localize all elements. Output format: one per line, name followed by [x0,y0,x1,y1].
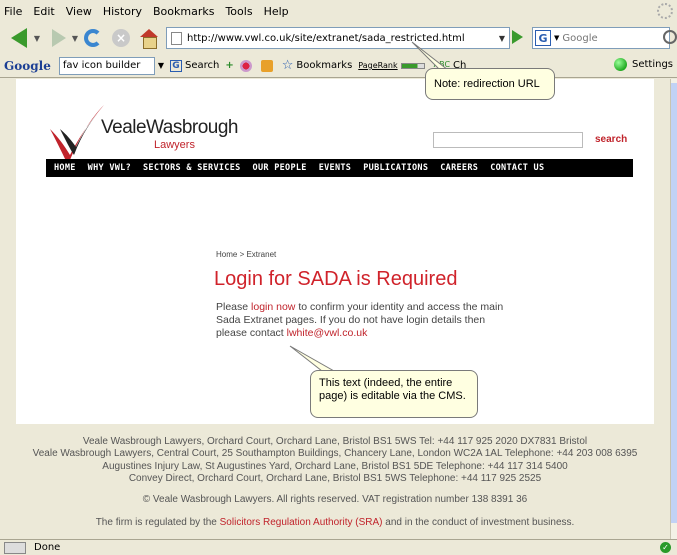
forward-history-dropdown[interactable]: ▼ [70,26,80,50]
settings-status-icon [613,58,627,71]
logo-name: VealeWasbrough [101,117,239,138]
site-search-field[interactable] [433,132,583,148]
engine-dropdown-icon[interactable]: ▼ [554,34,559,42]
reload-icon [84,29,102,47]
star-icon: ☆ [281,57,294,73]
forward-arrow-icon [52,29,66,47]
nav-publications[interactable]: PUBLICATIONS [363,163,428,173]
contact-email-link[interactable]: lwhite@vwl.co.uk [287,327,368,339]
site-search-button[interactable]: search [595,134,627,145]
menu-bookmarks[interactable]: Bookmarks [153,5,214,18]
callout-redirect-note: Note: redirection URL [425,68,555,100]
status-text: Done [34,542,61,553]
url-history-dropdown-icon[interactable]: ▼ [499,34,505,43]
google-engine-icon[interactable]: G [535,30,551,46]
google-query-field[interactable] [58,56,155,75]
menu-edit[interactable]: Edit [33,5,54,18]
nav-why-vwl[interactable]: WHY VWL? [88,163,131,173]
menu-help[interactable]: Help [264,5,289,18]
scrollbar-thumb[interactable] [671,83,677,523]
footer-address-line: Augustines Injury Law, St Augustines Yar… [102,460,568,472]
footer-regulation: The firm is regulated by the Solicitors … [0,517,670,529]
status-bar: Done ✓ [0,539,677,555]
footer-address-line: Veale Wasbrough Lawyers, Orchard Court, … [82,436,588,447]
search-icon[interactable] [663,30,677,44]
globe-icon [239,59,252,72]
forward-button[interactable] [48,26,70,50]
breadcrumb[interactable]: Home > Extranet [216,250,276,259]
navigation-toolbar: ▼ ▼ × ▼ G ▼ [0,22,677,54]
nav-sectors-services[interactable]: SECTORS & SERVICES [143,163,241,173]
menu-view[interactable]: View [66,5,92,18]
menu-bar: File Edit View History Bookmarks Tools H… [0,0,677,22]
puzzle-icon [260,59,273,72]
nav-careers[interactable]: CAREERS [440,163,478,173]
throbber-icon [657,3,673,19]
popup-blocker-button[interactable] [239,59,255,72]
settings-label: Settings [631,59,673,70]
reload-button[interactable] [82,26,104,50]
google-query-input[interactable] [62,60,154,71]
callout-editable-note: This text (indeed, the entire page) is e… [310,370,478,418]
address-bar[interactable]: ▼ [166,27,510,49]
nav-contact-us[interactable]: CONTACT US [490,163,544,173]
home-button[interactable] [138,26,160,50]
menu-history[interactable]: History [103,5,142,18]
bookmarks-label: Bookmarks [296,60,353,71]
google-search-button[interactable]: G Search [170,59,220,72]
page-title: Login for SADA is Required [214,268,458,290]
login-message: Please login now to confirm your identit… [216,301,506,340]
site-footer: Veale Wasbrough Lawyers, Orchard Court, … [0,436,670,530]
back-history-dropdown[interactable]: ▼ [32,26,42,50]
plus-button[interactable]: + [225,60,233,71]
footer-address-line: Veale Wasbrough Lawyers, Central Court, … [32,448,638,460]
login-message-text-1: Please [216,301,252,313]
stop-button[interactable]: × [110,26,132,50]
footer-regulation-text-1: The firm is regulated by the [95,517,220,529]
nav-our-people[interactable]: OUR PEOPLE [253,163,307,173]
status-connection-icon [4,541,26,554]
stop-icon: × [112,29,130,47]
logo-subtitle: Lawyers [154,139,195,151]
google-search-icon: G [170,59,182,72]
go-button[interactable] [512,30,523,44]
query-dropdown-icon[interactable]: ▼ [158,61,164,70]
footer-address-line: Convey Direct, Orchard Court, Orchard La… [128,472,542,484]
bookmarks-button[interactable]: ☆ Bookmarks [281,57,353,73]
login-now-link[interactable]: login now [251,301,295,313]
nav-home[interactable]: HOME [54,163,76,173]
settings-button[interactable]: Settings [613,58,673,71]
search-box[interactable]: G ▼ [532,27,677,49]
footer-regulation-text-2: and in the conduct of investment busines… [382,517,575,529]
sra-link[interactable]: Solicitors Regulation Authority (SRA) [220,517,383,528]
google-toolbar: Google ▼ G Search + ☆ Bookmarks PageRank… [0,54,677,78]
back-arrow-icon [11,28,27,48]
content-viewport: VealeWasbrough Lawyers search HOME WHY V… [0,79,670,539]
home-icon [140,29,158,49]
site-search-input[interactable] [434,133,582,147]
chevron-down-icon: ▼ [71,33,79,43]
site-main-nav: HOME WHY VWL? SECTORS & SERVICES OUR PEO… [46,159,633,177]
extensions-button[interactable] [260,59,276,72]
menu-tools[interactable]: Tools [225,5,252,18]
checkmark-icon: ✓ [660,542,671,553]
chevron-down-icon: ▼ [33,33,41,43]
footer-copyright: © Veale Wasbrough Lawyers. All rights re… [142,494,528,506]
nav-events[interactable]: EVENTS [319,163,352,173]
page-icon [171,31,182,45]
search-input[interactable] [562,32,643,44]
pagerank-label: PageRank [358,61,398,70]
menu-file[interactable]: File [4,5,22,18]
google-search-label: Search [185,60,220,71]
google-toolbar-logo[interactable]: Google [4,59,51,73]
vertical-scrollbar[interactable] [670,79,677,539]
plus-icon: + [225,60,234,71]
back-button[interactable] [6,26,32,50]
